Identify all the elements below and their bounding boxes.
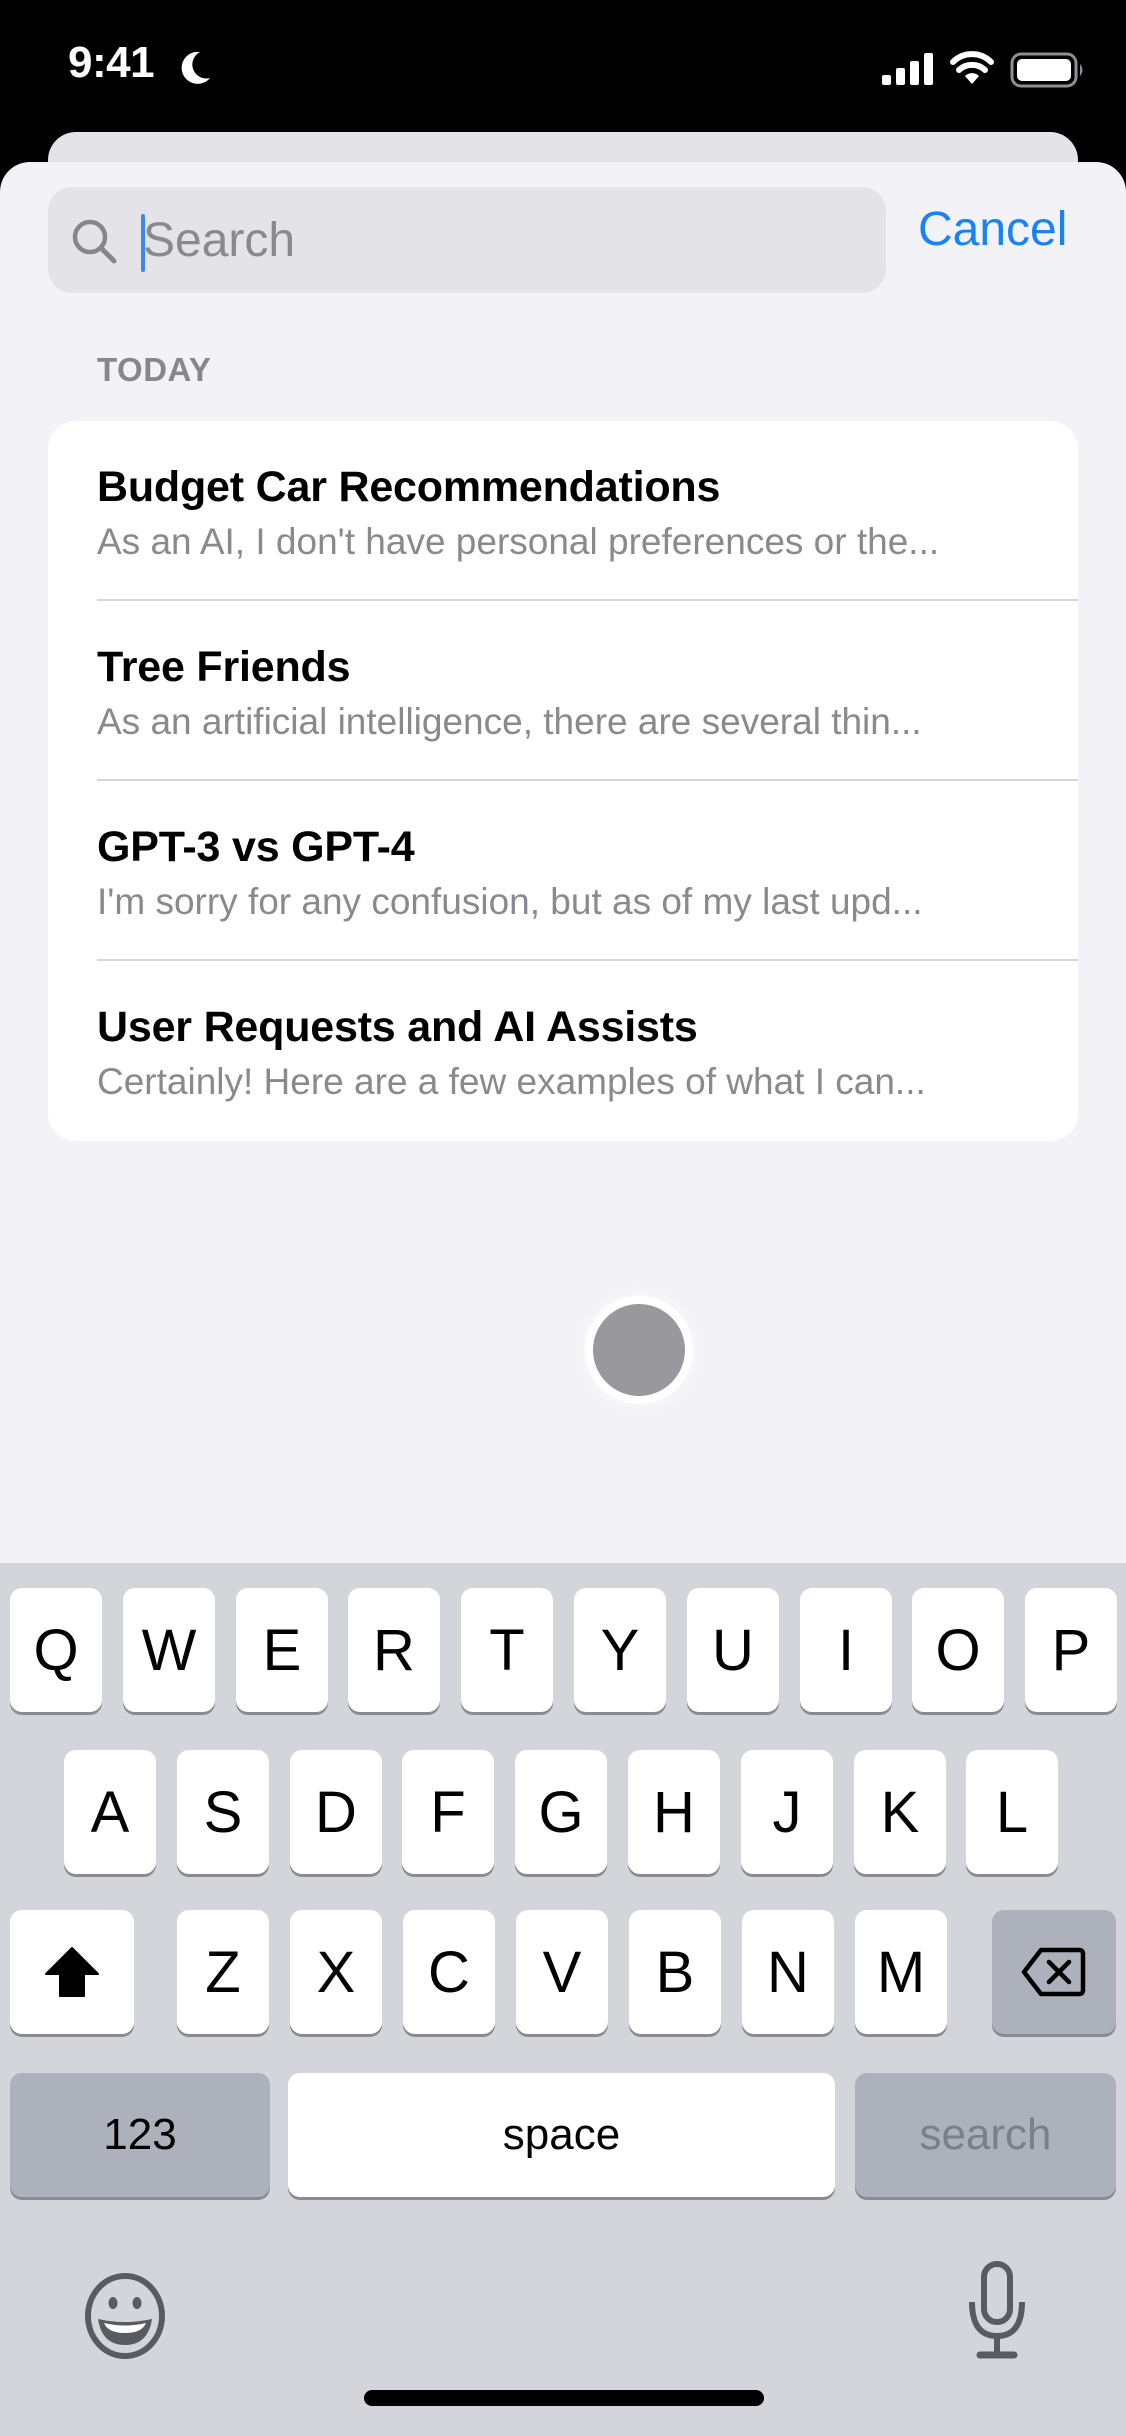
key-q[interactable]: Q xyxy=(10,1588,102,1712)
shift-key[interactable] xyxy=(10,1910,134,2034)
key-y[interactable]: Y xyxy=(574,1588,666,1712)
conversation-list: Budget Car Recommendations As an AI, I d… xyxy=(48,421,1078,1141)
moon-icon xyxy=(181,51,210,84)
key-l[interactable]: L xyxy=(966,1750,1058,1874)
numbers-key[interactable]: 123 xyxy=(10,2073,270,2197)
key-k[interactable]: K xyxy=(854,1750,946,1874)
key-h[interactable]: H xyxy=(628,1750,720,1874)
delete-key[interactable] xyxy=(992,1910,1116,2034)
conversation-title: GPT-3 vs GPT-4 xyxy=(97,823,415,871)
key-e[interactable]: E xyxy=(236,1588,328,1712)
emoji-icon[interactable] xyxy=(82,2273,168,2359)
conversation-title: User Requests and AI Assists xyxy=(97,1003,698,1051)
list-item[interactable]: GPT-3 vs GPT-4 I'm sorry for any confusi… xyxy=(48,781,1078,961)
key-d[interactable]: D xyxy=(290,1750,382,1874)
key-o[interactable]: O xyxy=(912,1588,1004,1712)
conversation-preview: Certainly! Here are a few examples of wh… xyxy=(97,1061,926,1102)
key-g[interactable]: G xyxy=(515,1750,607,1874)
key-m[interactable]: M xyxy=(855,1910,947,2034)
key-f[interactable]: F xyxy=(402,1750,494,1874)
key-i[interactable]: I xyxy=(800,1588,892,1712)
key-c[interactable]: C xyxy=(403,1910,495,2034)
list-item[interactable]: Tree Friends As an artificial intelligen… xyxy=(48,601,1078,781)
keyboard: QWERTYUIOP ASDFGHJKL ZXCVBNM 123 space s… xyxy=(0,1563,1126,2436)
conversation-preview: I'm sorry for any confusion, but as of m… xyxy=(97,881,923,922)
search-input[interactable] xyxy=(143,187,863,293)
cancel-button[interactable]: Cancel xyxy=(918,202,1067,257)
conversation-preview: As an AI, I don't have personal preferen… xyxy=(97,521,940,562)
text-cursor xyxy=(141,214,145,272)
key-s[interactable]: S xyxy=(177,1750,269,1874)
key-a[interactable]: A xyxy=(64,1750,156,1874)
home-indicator[interactable] xyxy=(364,2390,764,2406)
key-u[interactable]: U xyxy=(687,1588,779,1712)
touch-indicator xyxy=(593,1304,685,1396)
key-v[interactable]: V xyxy=(516,1910,608,2034)
key-b[interactable]: B xyxy=(629,1910,721,2034)
key-r[interactable]: R xyxy=(348,1588,440,1712)
shift-icon xyxy=(45,1947,99,1997)
key-j[interactable]: J xyxy=(741,1750,833,1874)
space-key[interactable]: space xyxy=(288,2073,835,2197)
key-n[interactable]: N xyxy=(742,1910,834,2034)
status-time: 9:41 xyxy=(68,38,155,87)
search-return-key[interactable]: search xyxy=(855,2073,1116,2197)
search-icon xyxy=(72,219,117,264)
conversation-preview: As an artificial intelligence, there are… xyxy=(97,701,922,742)
microphone-icon[interactable] xyxy=(966,2260,1028,2360)
wifi-icon xyxy=(950,51,994,84)
battery-icon xyxy=(1010,52,1083,88)
list-item[interactable]: Budget Car Recommendations As an AI, I d… xyxy=(48,421,1078,601)
conversation-title: Tree Friends xyxy=(97,643,351,691)
key-p[interactable]: P xyxy=(1025,1588,1117,1712)
key-x[interactable]: X xyxy=(290,1910,382,2034)
key-w[interactable]: W xyxy=(123,1588,215,1712)
key-t[interactable]: T xyxy=(461,1588,553,1712)
conversation-title: Budget Car Recommendations xyxy=(97,463,721,511)
key-z[interactable]: Z xyxy=(177,1910,269,2034)
list-item[interactable]: User Requests and AI Assists Certainly! … xyxy=(48,961,1078,1141)
search-field[interactable] xyxy=(48,187,886,293)
delete-icon xyxy=(1021,1947,1086,1997)
section-header-today: TODAY xyxy=(97,351,212,388)
cellular-signal-icon xyxy=(882,53,933,85)
